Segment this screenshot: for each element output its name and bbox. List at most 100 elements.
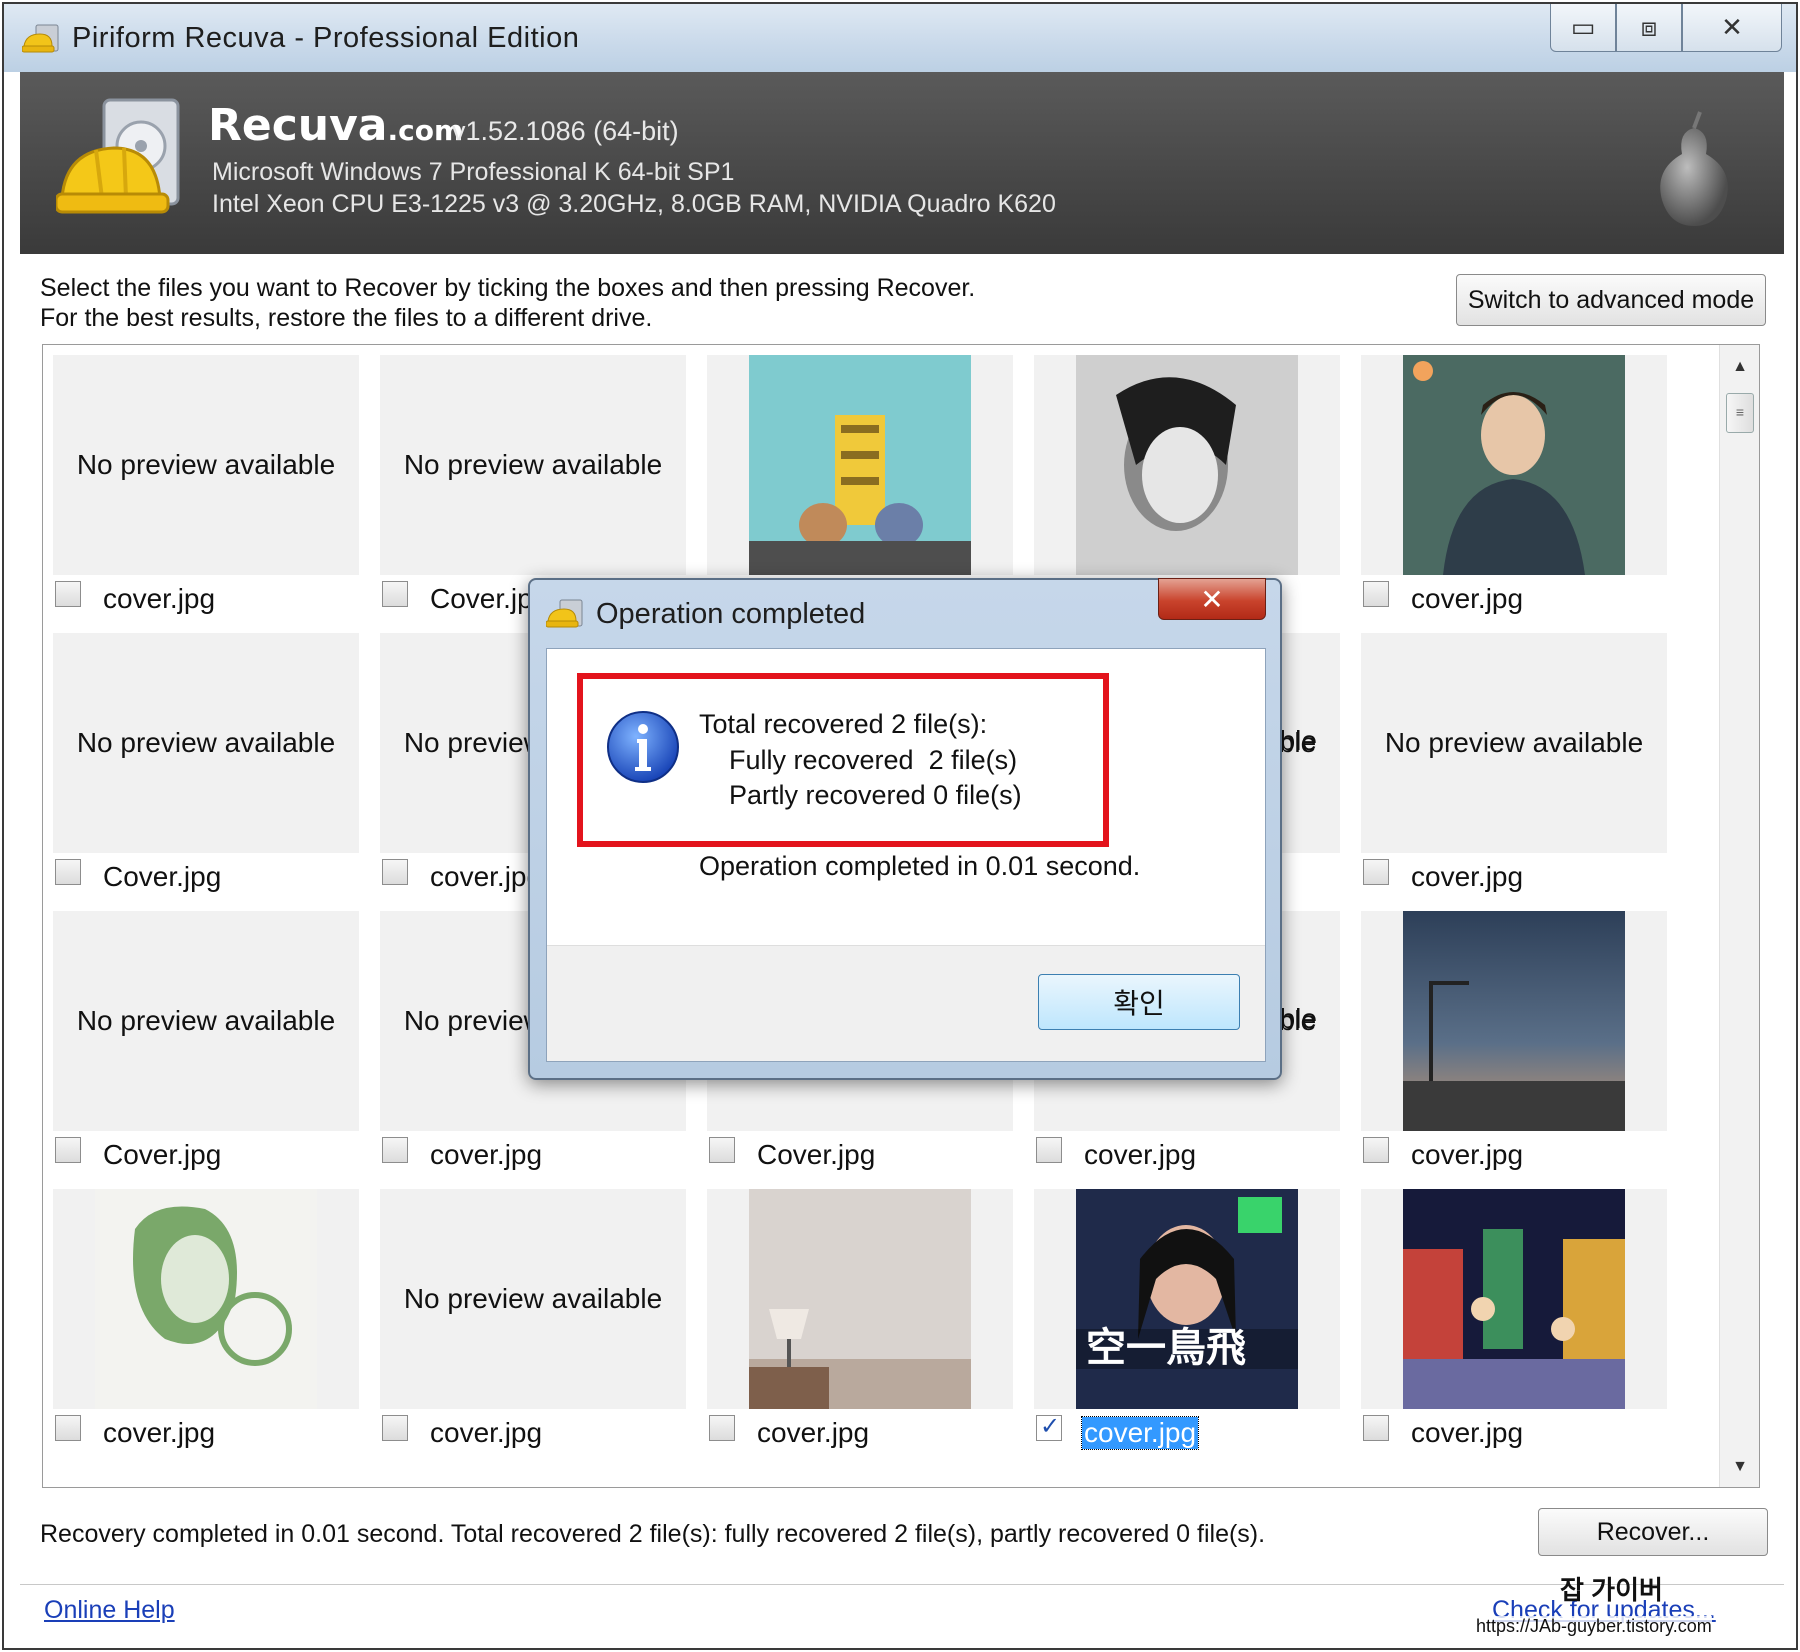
no-preview-text: No preview available xyxy=(76,1005,336,1036)
file-thumbnail[interactable] xyxy=(707,1189,1013,1409)
scroll-up-arrow-icon[interactable]: ▲ xyxy=(1720,349,1759,385)
file-tile[interactable]: cover.jpg xyxy=(1361,1189,1667,1448)
file-tile[interactable]: No preview available cover.jpg xyxy=(1361,633,1667,892)
file-tile[interactable]: No preview available Cover.jpg xyxy=(53,633,359,892)
file-tile[interactable]: cover.jpg xyxy=(1361,911,1667,1170)
file-checkbox[interactable] xyxy=(1363,1415,1389,1441)
recuva-window: Piriform Recuva - Professional Edition ▭… xyxy=(2,2,1798,1650)
file-checkbox[interactable] xyxy=(1363,859,1389,885)
window-title: Piriform Recuva - Professional Edition xyxy=(72,22,580,54)
dialog-close-button[interactable]: ✕ xyxy=(1158,578,1266,620)
no-preview-placeholder[interactable]: No preview available xyxy=(53,355,359,575)
file-name: cover.jpg xyxy=(757,1417,870,1448)
minimize-button[interactable]: ▭ xyxy=(1550,4,1616,52)
file-name: cover.jpg xyxy=(1084,1139,1197,1170)
file-tile[interactable] xyxy=(1034,355,1340,607)
instruction-line-1: Select the files you want to Recover by … xyxy=(40,274,976,302)
recuva-logo-icon xyxy=(56,98,180,214)
file-tile[interactable]: No preview available cover.jpg xyxy=(53,355,359,614)
file-name: cover.jpg xyxy=(103,1417,216,1448)
vertical-scrollbar[interactable]: ▲ ≡ ▼ xyxy=(1719,345,1759,1487)
file-name: cover.jpg xyxy=(430,861,543,892)
title-bar: Piriform Recuva - Professional Edition ▭… xyxy=(4,4,1796,72)
no-preview-placeholder[interactable]: No preview available xyxy=(53,633,359,853)
footer-divider xyxy=(20,1584,1784,1585)
file-tile[interactable]: cover.jpg xyxy=(1361,355,1667,614)
piriform-pear-icon xyxy=(1660,111,1728,226)
scroll-thumb[interactable]: ≡ xyxy=(1726,393,1754,433)
instruction-line-2: For the best results, restore the files … xyxy=(40,304,653,332)
maximize-button[interactable]: ⧈ xyxy=(1616,4,1682,52)
no-preview-placeholder[interactable]: No preview available xyxy=(53,911,359,1131)
file-name: cover.jpg xyxy=(1411,583,1524,614)
status-text: Recovery completed in 0.01 second. Total… xyxy=(40,1520,1266,1548)
no-preview-text: No preview available xyxy=(403,1283,663,1314)
no-preview-placeholder[interactable]: No preview available xyxy=(380,1189,686,1409)
watermark-title: 잡 가이버 xyxy=(1560,1575,1663,1605)
file-thumbnail[interactable] xyxy=(1361,355,1667,575)
no-preview-placeholder[interactable]: No preview available xyxy=(1361,633,1667,853)
svg-text:空一鳥飛: 空一鳥飛 xyxy=(1086,1325,1246,1371)
recuva-dialog-icon xyxy=(546,599,583,628)
file-tile[interactable]: cover.jpg xyxy=(53,1189,359,1448)
no-preview-text: No preview available xyxy=(403,449,663,480)
file-checkbox[interactable] xyxy=(709,1415,735,1441)
recuva-app-icon xyxy=(22,24,59,53)
dialog-fully-recovered: Fully recovered 2 file(s) xyxy=(729,745,1018,775)
file-name: cover.jpg xyxy=(430,1417,543,1448)
file-checkbox[interactable] xyxy=(55,1137,81,1163)
file-name: cover.jpg xyxy=(1411,1417,1524,1448)
file-tile[interactable]: No preview available Cover.jpg xyxy=(53,911,359,1170)
close-button[interactable]: ✕ xyxy=(1682,4,1782,52)
file-tile[interactable]: No preview availableCover.jpg xyxy=(380,355,686,614)
watermark-url: https://JAb-guyber.tistory.com xyxy=(1476,1616,1712,1637)
dialog-partly-recovered: Partly recovered 0 file(s) xyxy=(729,780,1022,810)
file-checkbox[interactable] xyxy=(382,581,408,607)
switch-advanced-mode-button[interactable]: Switch to advanced mode xyxy=(1456,274,1766,326)
version-label: v1.52.1086 (64-bit) xyxy=(452,116,679,146)
scroll-down-arrow-icon[interactable]: ▼ xyxy=(1720,1449,1759,1485)
file-checkbox[interactable] xyxy=(382,1415,408,1441)
brand-name: Recuva.com xyxy=(208,100,464,151)
no-preview-placeholder[interactable]: No preview available xyxy=(380,355,686,575)
recover-button[interactable]: Recover... xyxy=(1538,1508,1768,1556)
file-checkbox[interactable] xyxy=(382,1137,408,1163)
file-name: cover.jpg xyxy=(103,583,216,614)
dialog-title: Operation completed xyxy=(596,598,866,630)
online-help-link[interactable]: Online Help xyxy=(44,1596,175,1625)
file-tile[interactable]: cover.jpg xyxy=(707,1189,1013,1448)
file-checkbox[interactable] xyxy=(1036,1137,1062,1163)
file-checkbox[interactable] xyxy=(55,1415,81,1441)
info-icon xyxy=(607,711,679,783)
file-tile[interactable]: 空一鳥飛 cover.jpg xyxy=(1034,1189,1340,1450)
file-name: cover.jpg xyxy=(1411,861,1524,892)
os-info: Microsoft Windows 7 Professional K 64-bi… xyxy=(212,158,735,186)
no-preview-text: No preview available xyxy=(76,449,336,480)
ok-button[interactable]: 확인 xyxy=(1038,974,1240,1030)
file-name: cover.jpg xyxy=(1080,1416,1200,1450)
file-thumbnail[interactable] xyxy=(1361,911,1667,1131)
file-checkbox[interactable] xyxy=(709,1137,735,1163)
file-thumbnail[interactable] xyxy=(707,355,1013,575)
file-thumbnail[interactable] xyxy=(1034,355,1340,575)
no-preview-text: No preview available xyxy=(76,727,336,758)
file-thumbnail[interactable] xyxy=(1361,1189,1667,1409)
file-checkbox[interactable] xyxy=(382,859,408,885)
file-checkbox[interactable] xyxy=(55,581,81,607)
file-checkbox[interactable] xyxy=(55,859,81,885)
file-checkbox[interactable] xyxy=(1363,1137,1389,1163)
dialog-duration: Operation completed in 0.01 second. xyxy=(699,851,1141,881)
file-checkbox[interactable] xyxy=(1363,581,1389,607)
file-tile[interactable]: No preview available cover.jpg xyxy=(380,1189,686,1448)
file-name: cover.jpg xyxy=(430,1139,543,1170)
file-name: Cover.jpg xyxy=(103,861,222,892)
file-checkbox[interactable] xyxy=(1036,1412,1062,1441)
file-name: cover.jpg xyxy=(1411,1139,1524,1170)
file-tile[interactable] xyxy=(707,355,1013,607)
file-thumbnail[interactable]: 空一鳥飛 xyxy=(1034,1189,1340,1409)
no-preview-text: No preview available xyxy=(1384,727,1644,758)
file-name: Cover.jpg xyxy=(103,1139,222,1170)
app-header: Recuva.com v1.52.1086 (64-bit) Microsoft… xyxy=(20,72,1784,254)
file-thumbnail[interactable] xyxy=(53,1189,359,1409)
dialog-total-recovered: Total recovered 2 file(s): xyxy=(699,709,988,739)
